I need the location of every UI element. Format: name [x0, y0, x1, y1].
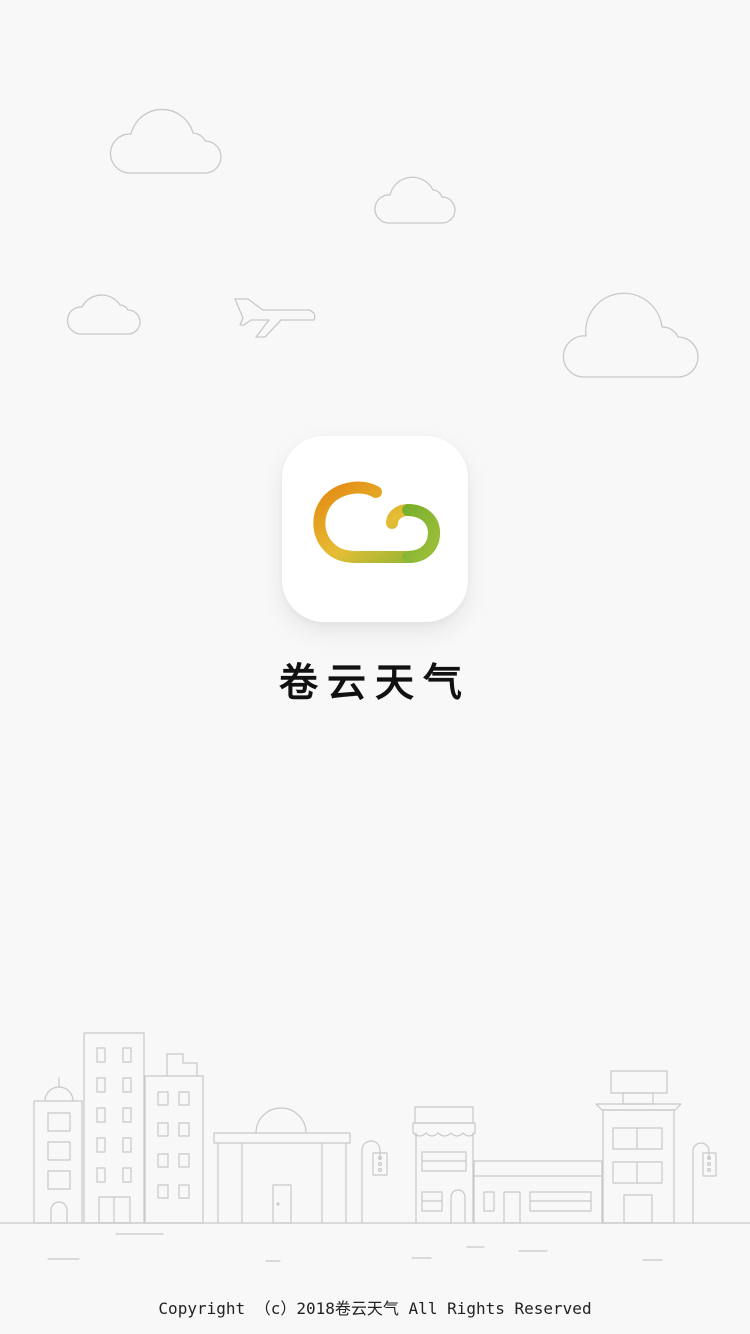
- cloud-outline-icon: [562, 292, 699, 378]
- copyright-text: Copyright （c）2018卷云天气 All Rights Reserve…: [158, 1299, 592, 1318]
- cloud-logo-icon: [313, 481, 440, 563]
- cloud-outline-icon: [374, 176, 456, 224]
- cloud-outline-icon: [109, 108, 222, 174]
- app-title: 卷云天气: [278, 660, 471, 706]
- airplane-icon: [234, 298, 316, 338]
- app-icon: [282, 436, 468, 622]
- sky-decoration: [0, 0, 750, 420]
- cloud-outline-icon: [66, 294, 141, 335]
- cityscape-illustration: [0, 1020, 750, 1270]
